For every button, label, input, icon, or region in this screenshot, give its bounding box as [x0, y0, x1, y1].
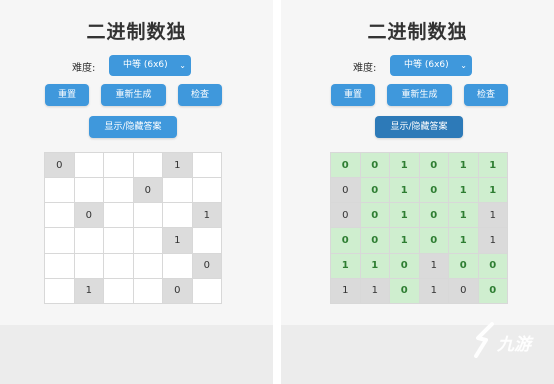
grid-cell[interactable]: 0	[419, 153, 448, 178]
grid-cell[interactable]	[74, 153, 103, 178]
grid-cell[interactable]: 1	[192, 203, 221, 228]
grid-cell[interactable]: 0	[133, 178, 162, 203]
grid-cell[interactable]	[163, 178, 192, 203]
grid-cell[interactable]	[74, 228, 103, 253]
page-title: 二进制数独	[86, 21, 187, 43]
puzzle-grid: 010011010	[44, 152, 222, 304]
grid-cell[interactable]: 0	[45, 153, 74, 178]
panel-divider	[273, 0, 281, 384]
grid-cell[interactable]: 1	[74, 278, 103, 303]
grid-cell[interactable]	[133, 278, 162, 303]
check-button[interactable]: 检查	[178, 84, 222, 106]
grid-cell[interactable]: 0	[360, 228, 389, 253]
reset-button[interactable]: 重置	[331, 84, 375, 106]
grid-cell[interactable]: 0	[478, 253, 507, 278]
swoosh-logo-icon	[474, 322, 494, 358]
grid-cell[interactable]: 0	[331, 228, 360, 253]
grid-cell[interactable]: 0	[163, 278, 192, 303]
grid-cell[interactable]: 1	[478, 203, 507, 228]
grid-cell[interactable]: 0	[449, 253, 478, 278]
toggle-answer-button[interactable]: 显示/隐藏答案	[89, 116, 177, 138]
grid-cell[interactable]	[74, 178, 103, 203]
grid-cell[interactable]	[45, 278, 74, 303]
grid-cell[interactable]: 0	[331, 153, 360, 178]
chevron-down-icon: ⌄	[460, 61, 467, 70]
reset-button[interactable]: 重置	[45, 84, 89, 106]
grid-cell[interactable]: 1	[449, 228, 478, 253]
grid-cell[interactable]: 1	[163, 153, 192, 178]
grid-cell[interactable]	[104, 253, 133, 278]
grid-cell[interactable]	[192, 278, 221, 303]
watermark: 九游	[470, 320, 550, 360]
chevron-down-icon: ⌄	[179, 61, 186, 70]
grid-cell[interactable]: 1	[449, 178, 478, 203]
grid-cell[interactable]	[163, 253, 192, 278]
grid-cell[interactable]: 0	[390, 278, 419, 303]
page-title: 二进制数独	[367, 21, 468, 43]
grid-cell[interactable]	[104, 153, 133, 178]
grid-cell[interactable]: 1	[419, 253, 448, 278]
grid-cell[interactable]: 1	[449, 203, 478, 228]
grid-cell[interactable]	[45, 228, 74, 253]
grid-cell[interactable]	[104, 178, 133, 203]
grid-cell[interactable]: 1	[390, 203, 419, 228]
grid-cell[interactable]: 0	[74, 203, 103, 228]
grid-cell[interactable]: 1	[390, 153, 419, 178]
puzzle-panel-left: 二进制数独 难度: 中等 (6x6) ⌄ 重置 重新生成 检查 显示/隐藏答案 …	[0, 0, 273, 384]
regenerate-button[interactable]: 重新生成	[387, 84, 452, 106]
grid-cell[interactable]: 0	[360, 203, 389, 228]
grid-cell[interactable]	[133, 228, 162, 253]
grid-cell[interactable]	[192, 178, 221, 203]
difficulty-label: 难度:	[353, 63, 377, 74]
regenerate-button[interactable]: 重新生成	[101, 84, 166, 106]
grid-cell[interactable]	[104, 203, 133, 228]
grid-cell[interactable]: 0	[419, 178, 448, 203]
grid-cell[interactable]: 0	[449, 278, 478, 303]
grid-cell[interactable]	[104, 228, 133, 253]
grid-cell[interactable]: 0	[360, 178, 389, 203]
difficulty-row: 难度: 中等 (6x6) ⌄	[0, 55, 273, 77]
grid-cell[interactable]: 0	[478, 278, 507, 303]
answer-grid: 001011001011001011001011110100110100	[330, 152, 508, 304]
grid-cell[interactable]: 0	[331, 203, 360, 228]
grid-cell[interactable]	[104, 278, 133, 303]
grid-cell[interactable]	[133, 253, 162, 278]
grid-cell[interactable]: 0	[419, 203, 448, 228]
grid-cell[interactable]	[74, 253, 103, 278]
grid-cell[interactable]	[192, 228, 221, 253]
difficulty-value: 中等 (6x6)	[404, 60, 449, 70]
grid-cell[interactable]: 1	[390, 178, 419, 203]
toggle-answer-button[interactable]: 显示/隐藏答案	[375, 116, 463, 138]
grid-cell[interactable]: 1	[478, 178, 507, 203]
grid-cell[interactable]: 1	[478, 153, 507, 178]
grid-cell[interactable]: 0	[390, 253, 419, 278]
difficulty-label: 难度:	[72, 63, 96, 74]
grid-cell[interactable]: 0	[360, 153, 389, 178]
difficulty-select[interactable]: 中等 (6x6) ⌄	[390, 55, 472, 76]
grid-cell[interactable]: 1	[478, 228, 507, 253]
check-button[interactable]: 检查	[464, 84, 508, 106]
grid-cell[interactable]	[133, 203, 162, 228]
grid-cell[interactable]: 1	[331, 278, 360, 303]
grid-cell[interactable]: 0	[419, 228, 448, 253]
grid-cell[interactable]: 0	[331, 178, 360, 203]
grid-cell[interactable]	[45, 253, 74, 278]
difficulty-select[interactable]: 中等 (6x6) ⌄	[109, 55, 191, 76]
grid-cell[interactable]	[45, 178, 74, 203]
watermark-text: 九游	[497, 335, 531, 355]
grid-cell[interactable]	[133, 153, 162, 178]
grid-cell[interactable]: 0	[192, 253, 221, 278]
difficulty-value: 中等 (6x6)	[123, 60, 168, 70]
difficulty-row: 难度: 中等 (6x6) ⌄	[281, 55, 554, 77]
grid-cell[interactable]: 1	[163, 228, 192, 253]
grid-cell[interactable]: 1	[331, 253, 360, 278]
grid-cell[interactable]	[163, 203, 192, 228]
grid-cell[interactable]: 1	[419, 278, 448, 303]
grid-cell[interactable]	[45, 203, 74, 228]
grid-cell[interactable]: 1	[360, 253, 389, 278]
grid-cell[interactable]: 1	[449, 153, 478, 178]
grid-cell[interactable]: 1	[360, 278, 389, 303]
grid-cell[interactable]: 1	[390, 228, 419, 253]
grid-cell[interactable]	[192, 153, 221, 178]
